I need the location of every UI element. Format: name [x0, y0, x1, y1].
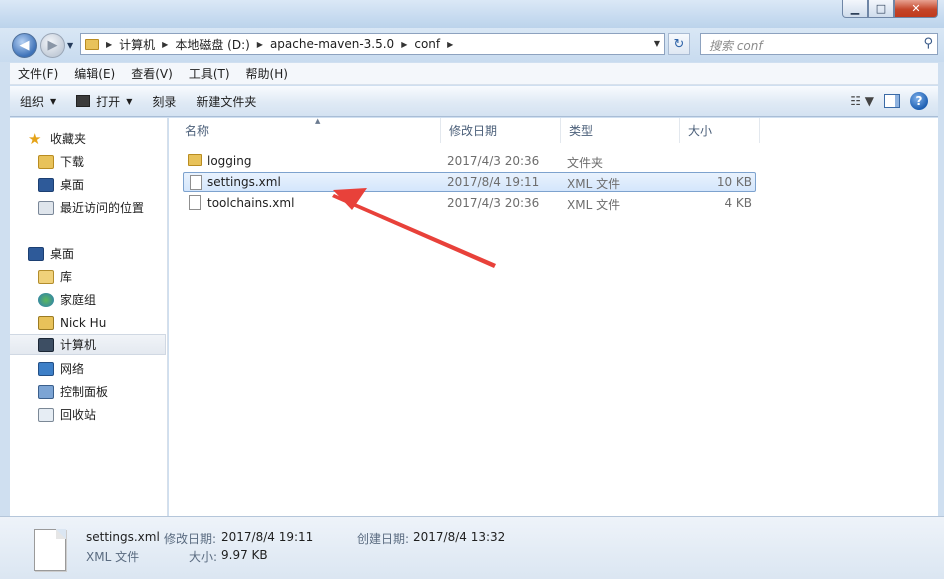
details-created-label: 创建日期: — [357, 532, 410, 546]
computer-icon — [38, 337, 54, 352]
chevron-down-icon: ▼ — [126, 96, 133, 106]
user-folder-icon — [38, 315, 54, 330]
refresh-button[interactable]: ↻ — [668, 33, 690, 55]
open-label: 打开 — [96, 94, 121, 109]
nav-computer-label: 计算机 — [60, 338, 97, 352]
search-input[interactable]: 搜索 conf ⚲ — [700, 33, 938, 55]
history-dropdown-icon[interactable]: ▼ — [67, 41, 73, 50]
preview-pane-icon[interactable] — [884, 94, 900, 108]
nav-favorites-label: 收藏夹 — [50, 132, 87, 146]
breadcrumb: ▶ 计算机 ▶ 本地磁盘 (D:) ▶ apache-maven-3.5.0 ▶… — [99, 34, 460, 54]
details-modified-value: 2017/8/4 19:11 — [221, 530, 314, 544]
chevron-right-icon[interactable]: ▶ — [257, 40, 263, 49]
nav-recycle-bin-label: 回收站 — [60, 408, 97, 422]
close-button[interactable]: ✕ — [894, 0, 938, 18]
libraries-icon — [38, 269, 54, 284]
nav-computer[interactable]: 计算机 — [10, 334, 166, 355]
chevron-down-icon: ▼ — [50, 96, 57, 106]
desktop-icon — [28, 246, 44, 261]
chevron-right-icon[interactable]: ▶ — [106, 40, 112, 49]
nav-recent-label: 最近访问的位置 — [60, 201, 145, 215]
details-pane: settings.xml XML 文件 修改日期: 2017/8/4 19:11… — [0, 516, 944, 579]
back-button[interactable]: ◀ — [12, 33, 37, 58]
details-filename: settings.xml — [86, 530, 160, 544]
details-created-value: 2017/8/4 13:32 — [413, 530, 506, 544]
chevron-right-icon[interactable]: ▶ — [162, 40, 168, 49]
title-bar: ▁ □ ✕ — [0, 0, 944, 28]
details-modified-label: 修改日期: — [164, 532, 217, 546]
details-filetype: XML 文件 — [86, 550, 140, 564]
recent-places-icon — [38, 200, 54, 215]
menu-file[interactable]: 文件(F) — [10, 65, 66, 82]
navigation-pane: ★ 收藏夹 下载 桌面 最近访问的位置 桌面 库 家庭组 Nick Hu 计算机… — [10, 118, 168, 516]
burn-label: 刻录 — [152, 94, 177, 109]
nav-control-panel-label: 控制面板 — [60, 385, 109, 399]
file-list: 名称 ▲ 修改日期 类型 大小 logging 2017/4/3 20:36 文… — [169, 117, 938, 516]
chevron-right-icon[interactable]: ▶ — [401, 40, 407, 49]
forward-button[interactable]: ▶ — [40, 33, 65, 58]
menu-bar: 文件(F) 编辑(E) 查看(V) 工具(T) 帮助(H) — [10, 63, 938, 85]
view-options-icon[interactable]: ☷ ▼ — [850, 94, 874, 108]
breadcrumb-computer[interactable]: 计算机 — [119, 36, 155, 53]
homegroup-icon — [38, 292, 54, 307]
nav-downloads-label: 下载 — [60, 155, 85, 169]
breadcrumb-conf[interactable]: conf — [414, 37, 440, 51]
details-size-value: 9.97 KB — [221, 548, 268, 562]
annotation-arrow-shape — [332, 194, 496, 268]
window-controls: ▁ □ ✕ — [842, 0, 938, 18]
open-icon — [76, 95, 91, 107]
control-panel-icon — [38, 384, 54, 399]
breadcrumb-drive-d[interactable]: 本地磁盘 (D:) — [175, 36, 249, 53]
folder-icon — [85, 38, 99, 50]
nav-desktop[interactable]: 桌面 — [28, 243, 184, 264]
help-icon[interactable]: ? — [910, 92, 928, 110]
new-folder-button[interactable]: 新建文件夹 — [186, 86, 266, 116]
minimize-button[interactable]: ▁ — [842, 0, 868, 18]
organize-button[interactable]: 组织 ▼ — [10, 86, 66, 116]
command-bar: 组织 ▼ 打开 ▼ 刻录 新建文件夹 ☷ ▼ ? — [10, 86, 938, 117]
nav-network-label: 网络 — [60, 362, 85, 376]
breadcrumb-maven[interactable]: apache-maven-3.5.0 — [270, 37, 394, 51]
network-icon — [38, 361, 54, 376]
organize-label: 组织 — [20, 94, 45, 109]
maximize-button[interactable]: □ — [868, 0, 894, 18]
nav-desktop-label: 桌面 — [50, 247, 75, 261]
burn-button[interactable]: 刻录 — [142, 86, 186, 116]
address-bar[interactable]: ▶ 计算机 ▶ 本地磁盘 (D:) ▶ apache-maven-3.5.0 ▶… — [80, 33, 665, 55]
open-button[interactable]: 打开 ▼ — [66, 86, 142, 116]
menu-edit[interactable]: 编辑(E) — [66, 65, 123, 82]
nav-homegroup-label: 家庭组 — [60, 293, 97, 307]
downloads-folder-icon — [38, 154, 54, 169]
annotation-arrow — [332, 188, 496, 268]
star-icon: ★ — [28, 129, 42, 148]
search-placeholder: 搜索 conf — [709, 39, 763, 53]
menu-tools[interactable]: 工具(T) — [181, 65, 238, 82]
nav-user-label: Nick Hu — [60, 315, 107, 330]
address-dropdown-icon[interactable]: ▼ — [654, 39, 660, 48]
menu-view[interactable]: 查看(V) — [123, 65, 181, 82]
desktop-icon — [38, 177, 54, 192]
nav-favorites[interactable]: ★ 收藏夹 — [28, 128, 184, 149]
details-size-label: 大小: — [189, 550, 218, 564]
chevron-right-icon[interactable]: ▶ — [447, 40, 453, 49]
search-icon[interactable]: ⚲ — [923, 36, 933, 51]
refresh-icon: ↻ — [673, 36, 685, 52]
new-folder-label: 新建文件夹 — [196, 94, 257, 109]
nav-libraries-label: 库 — [60, 270, 73, 284]
nav-desktop-fav-label: 桌面 — [60, 178, 85, 192]
recycle-bin-icon — [38, 407, 54, 422]
xml-file-large-icon — [34, 529, 66, 571]
menu-help[interactable]: 帮助(H) — [238, 65, 296, 82]
